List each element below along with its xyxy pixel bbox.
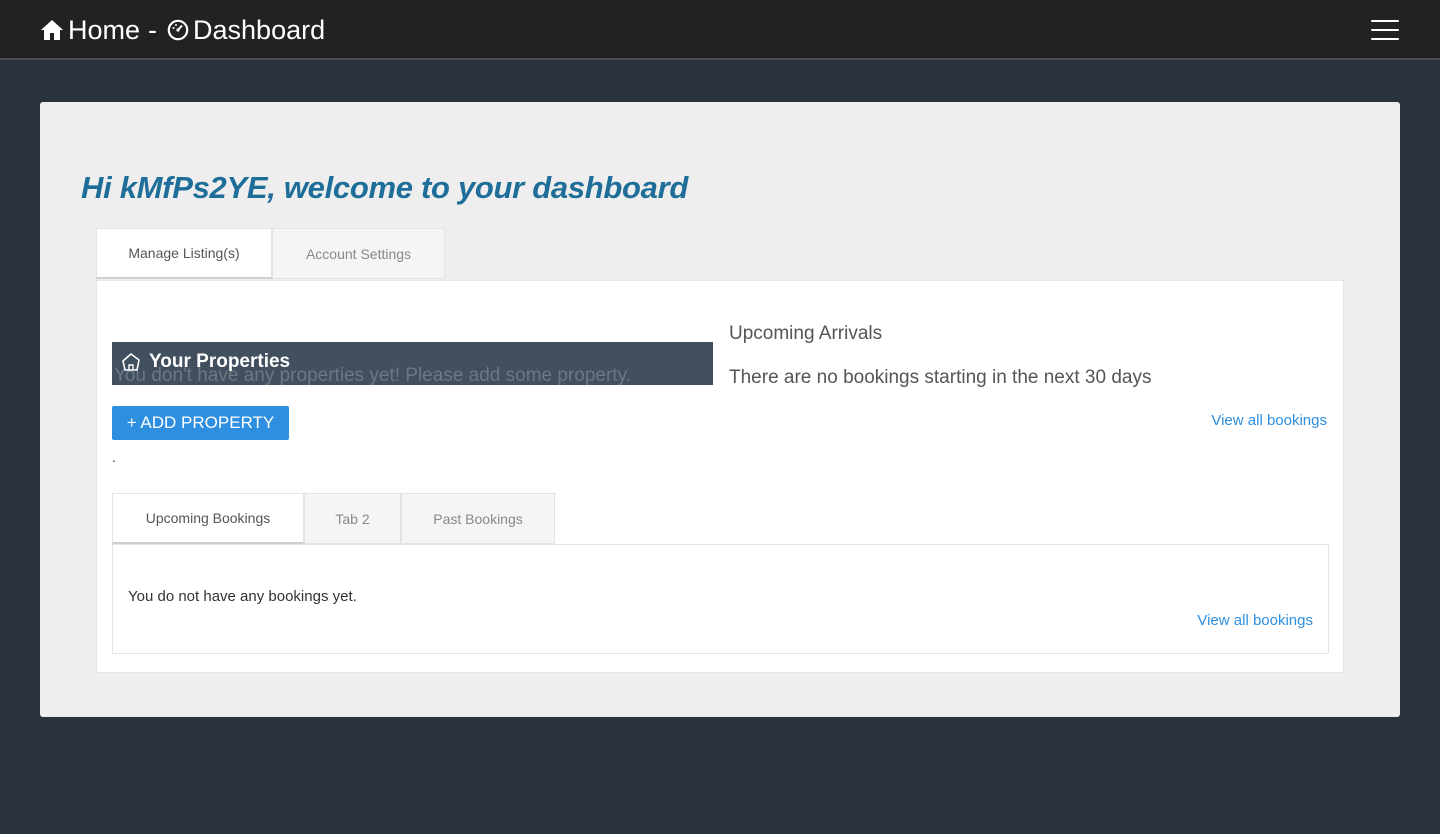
home-link[interactable]: Home: [68, 12, 140, 48]
tab-upcoming-bookings[interactable]: Upcoming Bookings: [112, 493, 304, 544]
dashboard-panel: Hi kMfPs2YE, welcome to your dashboard M…: [40, 102, 1400, 717]
bookings-panel: You do not have any bookings yet. View a…: [112, 544, 1329, 654]
view-all-bookings-link[interactable]: View all bookings: [1211, 412, 1327, 429]
properties-title-text: Your Properties: [149, 351, 291, 372]
view-all-bookings-link[interactable]: View all bookings: [1197, 612, 1313, 629]
breadcrumb-separator: -: [148, 15, 158, 45]
tab-account-settings[interactable]: Account Settings: [272, 228, 445, 279]
no-arrivals-message: There are no bookings starting in the ne…: [729, 367, 1152, 388]
hamburger-line: [1371, 29, 1399, 31]
breadcrumb: Home - Dashboard: [40, 12, 325, 48]
hamburger-line: [1371, 38, 1399, 40]
welcome-heading: Hi kMfPs2YE, welcome to your dashboard: [81, 170, 689, 205]
tab-manage-listings[interactable]: Manage Listing(s): [96, 228, 272, 279]
dashboard-link[interactable]: Dashboard: [193, 12, 325, 48]
hamburger-menu-button[interactable]: [1368, 16, 1402, 44]
add-property-button[interactable]: + ADD PROPERTY: [112, 406, 289, 440]
top-navbar: Home - Dashboard: [0, 0, 1440, 60]
house-outline-icon: [120, 351, 142, 373]
upcoming-arrivals-title: Upcoming Arrivals: [729, 323, 883, 344]
tab-past-bookings[interactable]: Past Bookings: [401, 493, 555, 544]
dashboard-icon: [167, 19, 189, 41]
tab-2[interactable]: Tab 2: [304, 493, 401, 544]
hamburger-line: [1371, 20, 1399, 22]
manage-listings-card: You don't have any properties yet! Pleas…: [96, 280, 1344, 673]
dot-text: .: [112, 449, 116, 465]
no-bookings-message: You do not have any bookings yet.: [128, 588, 357, 605]
properties-title: Your Properties: [120, 351, 290, 373]
home-icon: [40, 18, 64, 42]
